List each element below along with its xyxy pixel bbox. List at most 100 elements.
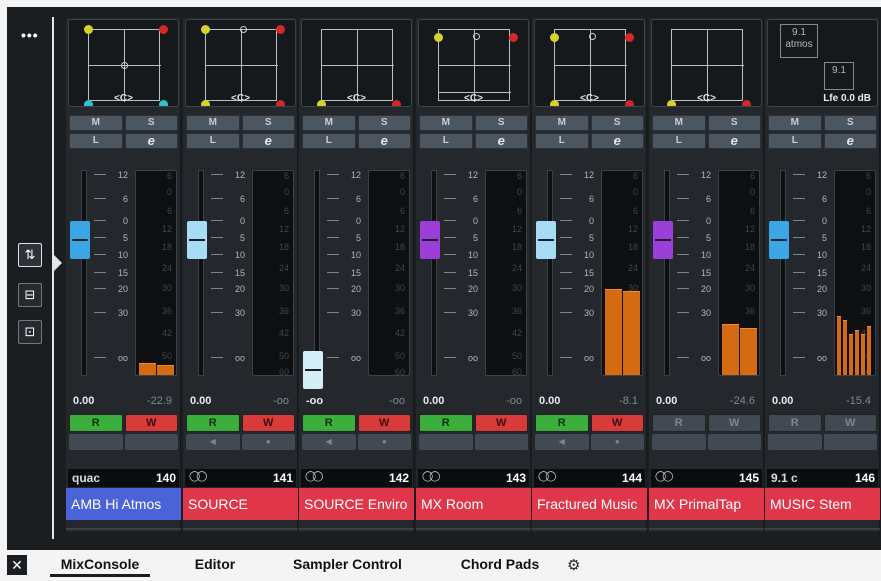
listen-button[interactable]: L (419, 133, 473, 149)
channel-settings-icon[interactable]: ⊟ (18, 283, 42, 307)
peak-value[interactable]: -15.4 (846, 395, 871, 407)
solo-button[interactable]: S (474, 115, 528, 131)
channel-name[interactable]: SOURCE (183, 488, 298, 520)
peak-value[interactable]: -22.9 (147, 395, 172, 407)
read-automation-button[interactable]: R (302, 414, 356, 432)
listen-button[interactable]: L (768, 133, 822, 149)
solo-button[interactable]: S (823, 115, 877, 131)
volume-fader[interactable] (536, 221, 556, 259)
edit-channel-button[interactable]: e (707, 133, 761, 149)
speaker-dot[interactable] (550, 33, 559, 42)
read-automation-button[interactable]: R (535, 414, 589, 432)
fader-value[interactable]: 0.00 (73, 395, 94, 407)
write-automation-button[interactable]: W (241, 414, 295, 432)
tab-chord-pads[interactable]: Chord Pads (445, 551, 555, 577)
speaker-dot[interactable] (509, 33, 518, 42)
surround-panner[interactable]: 9.1 atmos 9.1 Lfe 0.0 dB (767, 19, 878, 107)
solo-button[interactable]: S (707, 115, 761, 131)
volume-fader[interactable] (303, 351, 323, 389)
record-enable-icon[interactable]: ● (241, 434, 295, 450)
mute-button[interactable]: M (652, 115, 706, 131)
volume-fader[interactable] (70, 221, 90, 259)
read-automation-button[interactable]: R (69, 414, 123, 432)
record-enable-icon[interactable] (707, 434, 761, 450)
write-automation-button[interactable]: W (590, 414, 644, 432)
mute-button[interactable]: M (302, 115, 356, 131)
tab-editor[interactable]: Editor (180, 551, 250, 577)
solo-button[interactable]: S (124, 115, 178, 131)
edit-channel-button[interactable]: e (241, 133, 295, 149)
speaker-dot[interactable] (589, 33, 596, 40)
channel-name[interactable]: MUSIC Stem (765, 488, 880, 520)
record-enable-icon[interactable]: ● (590, 434, 644, 450)
channel-name[interactable]: Fractured Music (532, 488, 647, 520)
fader-value[interactable]: 0.00 (539, 395, 560, 407)
close-icon[interactable]: ✕ (7, 555, 27, 575)
solo-button[interactable]: S (590, 115, 644, 131)
fader-value[interactable]: 0.00 (190, 395, 211, 407)
record-enable-icon[interactable] (124, 434, 178, 450)
edit-channel-button[interactable]: e (357, 133, 411, 149)
speaker-dot[interactable] (240, 26, 247, 33)
more-options-icon[interactable]: ••• (21, 28, 43, 42)
listen-button[interactable]: L (652, 133, 706, 149)
solo-button[interactable]: S (241, 115, 295, 131)
peak-value[interactable]: -8.1 (619, 395, 638, 407)
gear-icon[interactable]: ⚙ (567, 556, 580, 574)
peak-value[interactable]: -oo (389, 395, 405, 407)
tab-mixconsole[interactable]: MixConsole (50, 551, 150, 577)
channel-name[interactable]: MX Room (416, 488, 531, 520)
monitor-icon[interactable] (652, 434, 706, 450)
edit-channel-button[interactable]: e (590, 133, 644, 149)
volume-fader[interactable] (420, 221, 440, 259)
volume-fader[interactable] (653, 221, 673, 259)
surround-panner[interactable]: <C> (651, 19, 762, 107)
peak-value[interactable]: -oo (506, 395, 522, 407)
surround-panner[interactable]: <C> (301, 19, 412, 107)
listen-button[interactable]: L (302, 133, 356, 149)
write-automation-button[interactable]: W (474, 414, 528, 432)
channel-name[interactable]: SOURCE Enviro (299, 488, 414, 520)
mute-button[interactable]: M (535, 115, 589, 131)
speaker-dot[interactable] (473, 33, 480, 40)
record-enable-icon[interactable] (474, 434, 528, 450)
peak-value[interactable]: -24.6 (730, 395, 755, 407)
write-automation-button[interactable]: W (357, 414, 411, 432)
write-automation-button[interactable]: W (707, 414, 761, 432)
speaker-dot[interactable] (276, 25, 285, 34)
record-enable-icon[interactable]: ● (357, 434, 411, 450)
fader-value[interactable]: 0.00 (656, 395, 677, 407)
listen-button[interactable]: L (186, 133, 240, 149)
fader-value[interactable]: 0.00 (772, 395, 793, 407)
monitor-icon[interactable]: ◀ (535, 434, 589, 450)
speaker-dot[interactable] (201, 25, 210, 34)
read-automation-button[interactable]: R (652, 414, 706, 432)
speaker-dot[interactable] (159, 25, 168, 34)
monitor-icon[interactable]: ◀ (186, 434, 240, 450)
volume-fader[interactable] (187, 221, 207, 259)
monitor-icon[interactable] (419, 434, 473, 450)
surround-panner[interactable]: <C> (185, 19, 296, 107)
faders-view-icon[interactable]: ⇅ (18, 243, 42, 267)
record-enable-icon[interactable] (823, 434, 877, 450)
write-automation-button[interactable]: W (823, 414, 877, 432)
listen-button[interactable]: L (535, 133, 589, 149)
edit-channel-button[interactable]: e (124, 133, 178, 149)
mute-button[interactable]: M (69, 115, 123, 131)
rack-view-icon[interactable]: ⊡ (18, 320, 42, 344)
speaker-dot[interactable] (434, 33, 443, 42)
tab-sampler-control[interactable]: Sampler Control (280, 551, 415, 577)
write-automation-button[interactable]: W (124, 414, 178, 432)
peak-value[interactable]: -oo (273, 395, 289, 407)
fader-value[interactable]: 0.00 (423, 395, 444, 407)
read-automation-button[interactable]: R (419, 414, 473, 432)
read-automation-button[interactable]: R (186, 414, 240, 432)
mute-button[interactable]: M (186, 115, 240, 131)
monitor-icon[interactable] (69, 434, 123, 450)
solo-button[interactable]: S (357, 115, 411, 131)
surround-panner[interactable]: <C> (68, 19, 179, 107)
volume-fader[interactable] (769, 221, 789, 259)
read-automation-button[interactable]: R (768, 414, 822, 432)
speaker-dot[interactable] (84, 25, 93, 34)
speaker-dot[interactable] (121, 62, 128, 69)
